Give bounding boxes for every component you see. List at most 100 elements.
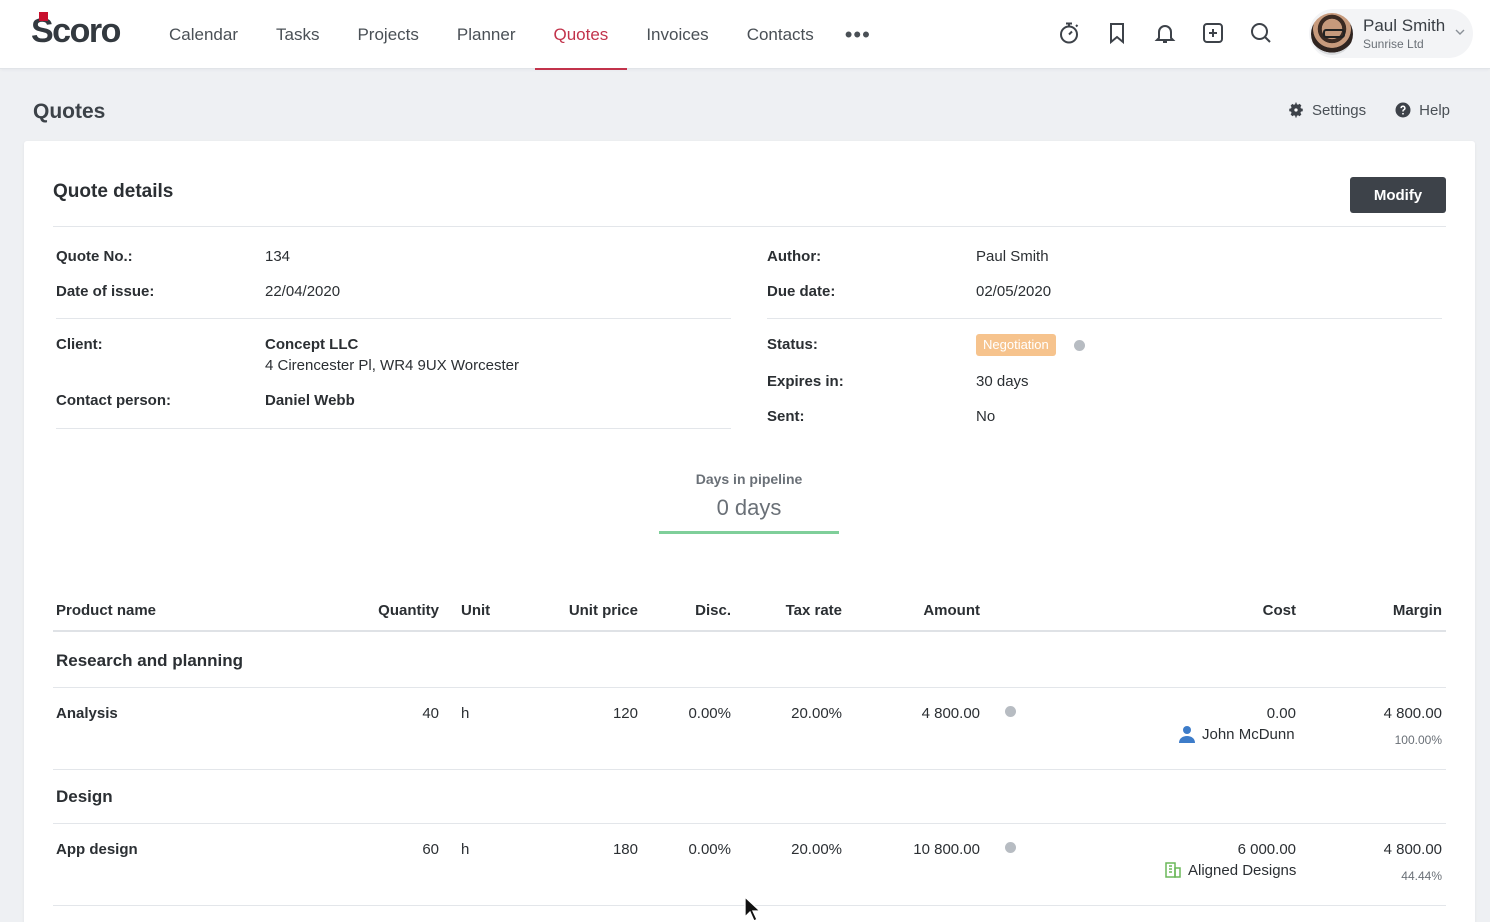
unit-value: h	[461, 841, 470, 858]
margin-percent: 100.00%	[1394, 733, 1442, 747]
main-nav: Calendar Tasks Projects Planner Quotes I…	[150, 0, 883, 70]
client-address: 4 Cirencester Pl, WR4 9UX Worcester	[265, 357, 519, 374]
divider	[56, 428, 731, 429]
nav-item-tasks[interactable]: Tasks	[257, 0, 338, 69]
client-name-link[interactable]: Concept LLC	[265, 336, 358, 353]
group-title: Research and planning	[56, 651, 244, 670]
author-value: Paul Smith	[976, 248, 1049, 265]
nav-item-planner[interactable]: Planner	[438, 0, 535, 69]
nav-item-projects[interactable]: Projects	[338, 0, 437, 69]
divider	[53, 769, 1446, 770]
assignee-name: Aligned Designs	[1188, 861, 1297, 879]
user-name: Paul Smith	[1363, 16, 1446, 35]
tax-rate-value: 20.00%	[791, 705, 842, 722]
assignee[interactable]: John McDunn	[1178, 725, 1295, 743]
column-header-amount: Amount	[923, 602, 980, 619]
top-icons	[1045, 14, 1285, 52]
person-icon	[1179, 726, 1195, 743]
page-title: Quotes	[33, 100, 106, 123]
quantity-value: 60	[422, 841, 439, 858]
author-label: Author:	[767, 248, 822, 265]
quote-details-card: Quote details Modify Quote No.: 134 Date…	[24, 141, 1475, 922]
bookmark-icon[interactable]	[1093, 14, 1141, 52]
unit-price-value: 120	[612, 705, 638, 722]
product-name[interactable]: App design	[56, 841, 138, 858]
column-header-margin: Margin	[1392, 602, 1442, 619]
help-label: Help	[1419, 101, 1450, 119]
expires-in-label: Expires in:	[767, 373, 844, 390]
divider	[53, 687, 1446, 688]
help-icon	[1395, 102, 1411, 118]
sent-value: No	[976, 408, 996, 425]
column-header-product: Product name	[56, 602, 157, 619]
divider	[53, 823, 1446, 824]
margin-value: 4 800.00	[1383, 841, 1442, 858]
column-header-quantity: Quantity	[378, 602, 439, 619]
date-of-issue-value: 22/04/2020	[265, 283, 341, 300]
quote-no-value: 134	[265, 248, 291, 265]
product-name[interactable]: Analysis	[56, 705, 118, 722]
due-date-value: 02/05/2020	[976, 283, 1052, 300]
discount-value: 0.00%	[688, 705, 731, 722]
group-title: Design	[56, 787, 113, 806]
pipeline-bar	[659, 531, 839, 534]
logo-mark	[39, 12, 48, 21]
more-menu-button[interactable]: •••	[833, 0, 883, 69]
unit-value: h	[461, 705, 470, 722]
settings-link[interactable]: Settings	[1287, 101, 1366, 119]
status-label: Status:	[767, 336, 818, 353]
pipeline-indicator: Days in pipeline 0 days	[659, 471, 839, 534]
sent-label: Sent:	[767, 408, 805, 425]
nav-item-quotes[interactable]: Quotes	[534, 0, 628, 70]
date-of-issue-label: Date of issue:	[56, 283, 155, 300]
header-links: Settings Help	[1287, 101, 1450, 119]
assignee[interactable]: Aligned Designs	[1164, 861, 1296, 879]
quote-no-label: Quote No.:	[56, 248, 133, 265]
timer-icon[interactable]	[1045, 14, 1093, 52]
unit-price-value: 180	[612, 841, 638, 858]
column-header-unit-price: Unit price	[568, 602, 638, 619]
quantity-value: 40	[422, 705, 439, 722]
top-navigation-bar: Scoro Calendar Tasks Projects Planner Qu…	[0, 0, 1490, 70]
row-status-dot	[1005, 842, 1016, 853]
tax-rate-value: 20.00%	[791, 841, 842, 858]
amount-value: 4 800.00	[921, 705, 980, 722]
cost-value: 6 000.00	[1237, 841, 1296, 858]
pipeline-label: Days in pipeline	[695, 471, 803, 487]
nav-item-calendar[interactable]: Calendar	[150, 0, 257, 69]
scoro-logo[interactable]: Scoro	[31, 12, 121, 50]
client-label: Client:	[56, 336, 103, 353]
mouse-cursor-icon	[744, 896, 762, 922]
nav-item-invoices[interactable]: Invoices	[627, 0, 727, 69]
status-badge[interactable]: Negotiation	[976, 334, 1056, 356]
pipeline-value: 0 days	[716, 495, 782, 520]
cost-value: 0.00	[1266, 705, 1296, 722]
user-company: Sunrise Ltd	[1363, 37, 1424, 51]
contact-person-link[interactable]: Daniel Webb	[265, 392, 355, 409]
user-info: Paul Smith Sunrise Ltd	[1363, 17, 1445, 50]
margin-value: 4 800.00	[1383, 705, 1442, 722]
due-date-label: Due date:	[767, 283, 836, 300]
assignee-name: John McDunn	[1202, 725, 1295, 743]
building-icon	[1165, 862, 1181, 878]
modify-button[interactable]: Modify	[1350, 177, 1446, 213]
help-link[interactable]: Help	[1394, 101, 1450, 119]
margin-percent: 44.44%	[1401, 869, 1442, 883]
bell-icon[interactable]	[1141, 14, 1189, 52]
search-icon[interactable]	[1237, 14, 1285, 52]
contact-person-label: Contact person:	[56, 392, 172, 409]
divider	[767, 318, 1442, 319]
column-header-cost: Cost	[1262, 602, 1296, 619]
chevron-down-icon	[1455, 29, 1465, 35]
add-icon[interactable]	[1189, 14, 1237, 52]
amount-value: 10 800.00	[913, 841, 980, 858]
column-header-tax-rate: Tax rate	[785, 602, 842, 619]
discount-value: 0.00%	[688, 841, 731, 858]
card-title: Quote details	[53, 181, 174, 202]
gear-icon	[1289, 102, 1303, 118]
column-header-disc: Disc.	[695, 602, 731, 619]
settings-label: Settings	[1311, 101, 1367, 119]
nav-item-contacts[interactable]: Contacts	[728, 0, 833, 69]
status-dot	[1074, 340, 1085, 351]
user-menu[interactable]: Paul Smith Sunrise Ltd	[1309, 9, 1473, 58]
